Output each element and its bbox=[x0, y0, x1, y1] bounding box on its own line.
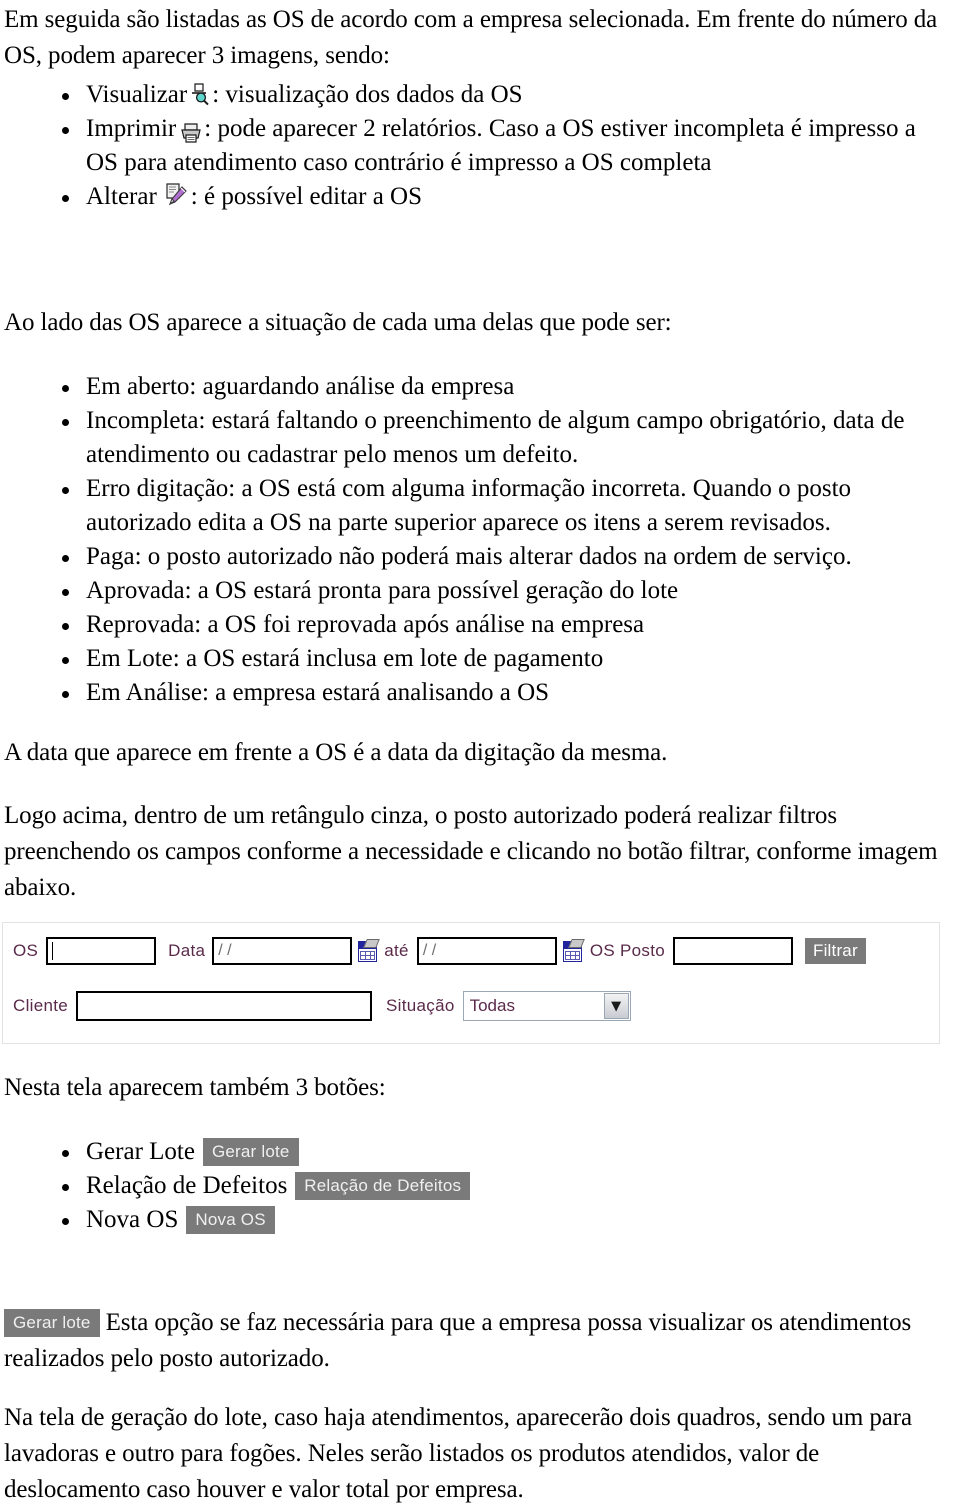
visualizar-label: Visualizar bbox=[86, 81, 188, 108]
list-item: Em Lote: a OS estará inclusa em lote de … bbox=[40, 642, 950, 676]
data-paragraph: A data que aparece em frente a OS é a da… bbox=[4, 739, 668, 766]
gerar-lote-explanation-text: Esta opção se faz necessária para que a … bbox=[4, 1309, 912, 1372]
list-item: Aprovada: a OS estará pronta para possív… bbox=[40, 574, 950, 608]
list-item: Em aberto: aguardando análise da empresa bbox=[40, 370, 950, 404]
gerar-lote-explanation: Gerar lote Esta opção se faz necessária p… bbox=[4, 1305, 948, 1377]
list-item: Incompleta: estará faltando o preenchime… bbox=[40, 404, 950, 472]
filter-form-screenshot: OS Data / / até / / OS Posto Filtrar Cli… bbox=[2, 922, 940, 1044]
text-caret bbox=[52, 942, 54, 960]
printer-icon bbox=[180, 119, 202, 143]
icon-legend-list: Visualizar : visualização dos dados da O… bbox=[40, 78, 946, 214]
gerar-lote-button[interactable]: Gerar lote bbox=[202, 1137, 299, 1166]
alterar-description: : é possível editar a OS bbox=[190, 183, 422, 210]
data-ate-input[interactable]: / / bbox=[416, 937, 557, 965]
chevron-down-icon[interactable]: ▼ bbox=[603, 993, 629, 1019]
nova-os-text: Nova OS bbox=[86, 1206, 179, 1233]
filtrar-button[interactable]: Filtrar bbox=[804, 938, 866, 964]
list-item-gerar-lote: Gerar Lote Gerar lote bbox=[40, 1135, 950, 1169]
data-input-value: / / bbox=[218, 942, 232, 959]
list-item-nova-os: Nova OS Nova OS bbox=[40, 1203, 950, 1237]
imprimir-label: Imprimir bbox=[86, 115, 177, 142]
alterar-label: Alterar bbox=[86, 183, 157, 210]
filter-row-2: Cliente Situação Todas ▼ bbox=[13, 991, 631, 1021]
list-item-visualizar: Visualizar : visualização dos dados da O… bbox=[40, 78, 946, 112]
data-ate-input-value: / / bbox=[422, 942, 437, 959]
cliente-label: Cliente bbox=[13, 996, 69, 1015]
calendar-picker-icon[interactable] bbox=[356, 938, 381, 962]
document-page: Em seguida são listadas as OS de acordo … bbox=[0, 0, 960, 1509]
situacao-selected-value: Todas bbox=[469, 996, 515, 1015]
list-item-alterar: Alterar : é possível editar a OS bbox=[40, 180, 946, 214]
situacao-select[interactable]: Todas ▼ bbox=[462, 991, 631, 1021]
imprimir-description: : pode aparecer 2 relatórios. Caso a OS … bbox=[86, 115, 916, 176]
relacao-defeitos-text: Relação de Defeitos bbox=[86, 1172, 288, 1199]
intro-paragraph: Em seguida são listadas as OS de acordo … bbox=[4, 6, 938, 69]
list-item: Reprovada: a OS foi reprovada após análi… bbox=[40, 608, 950, 642]
situacao-list: Em aberto: aguardando análise da empresa… bbox=[40, 370, 950, 710]
situacao-intro-paragraph: Ao lado das OS aparece a situação de cad… bbox=[4, 309, 672, 336]
gerar-lote-text: Gerar Lote bbox=[86, 1138, 195, 1165]
os-input[interactable] bbox=[46, 937, 157, 965]
cliente-input[interactable] bbox=[76, 991, 373, 1021]
os-label: OS bbox=[13, 941, 39, 960]
list-item-imprimir: Imprimir : pode aparecer 2 relatórios. C… bbox=[40, 112, 946, 180]
filtros-paragraph: Logo acima, dentro de um retângulo cinza… bbox=[4, 802, 938, 901]
list-item: Erro digitação: a OS está com alguma inf… bbox=[40, 472, 950, 540]
data-label: Data bbox=[168, 941, 206, 960]
calendar-picker-icon-2[interactable] bbox=[561, 938, 585, 962]
buttons-list: Gerar Lote Gerar lote Relação de Defeitos… bbox=[40, 1135, 950, 1237]
data-input[interactable]: / / bbox=[212, 937, 353, 965]
nova-os-button[interactable]: Nova OS bbox=[186, 1205, 275, 1234]
list-item-relacao-defeitos: Relação de Defeitos Relação de Defeitos bbox=[40, 1169, 950, 1203]
list-item: Em Análise: a empresa estará analisando … bbox=[40, 676, 950, 710]
tres-botoes-paragraph: Nesta tela aparecem também 3 botões: bbox=[4, 1074, 386, 1101]
visualizar-description: : visualização dos dados da OS bbox=[212, 81, 523, 108]
os-posto-input[interactable] bbox=[672, 937, 793, 965]
ate-label: até bbox=[384, 941, 409, 960]
list-item: Paga: o posto autorizado não poderá mais… bbox=[40, 540, 950, 574]
magnifier-view-icon bbox=[189, 82, 211, 106]
situacao-label: Situação bbox=[386, 996, 455, 1015]
final-paragraph: Na tela de geração do lote, caso haja at… bbox=[4, 1404, 912, 1503]
filter-row-1: OS Data / / até / / OS Posto Filtrar bbox=[13, 937, 866, 965]
edit-pencil-icon bbox=[163, 182, 189, 208]
os-posto-label: OS Posto bbox=[589, 941, 665, 960]
gerar-lote-button-inline[interactable]: Gerar lote bbox=[4, 1309, 100, 1337]
relacao-defeitos-button[interactable]: Relação de Defeitos bbox=[295, 1171, 471, 1200]
